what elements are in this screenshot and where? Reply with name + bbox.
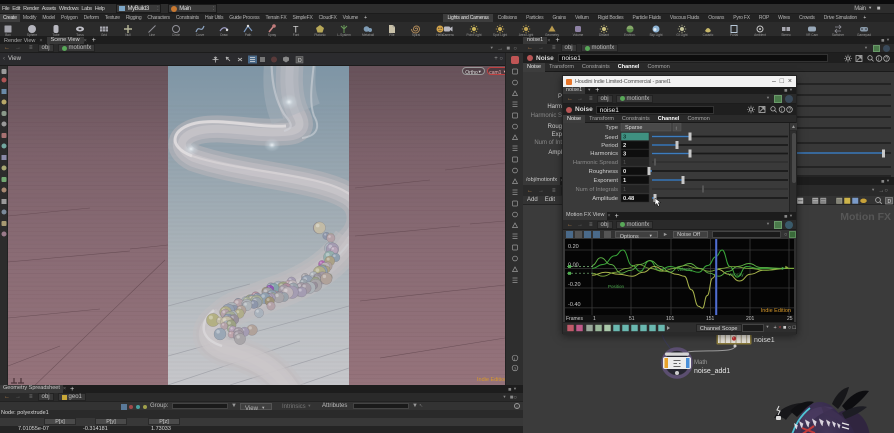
svg-text:1: 1: [623, 160, 626, 166]
svg-text:0: 0: [623, 169, 626, 175]
svg-text:Roughness: Roughness: [589, 169, 618, 175]
svg-text:Harmonic Spread: Harmonic Spread: [573, 160, 618, 166]
svg-text:Sparse: Sparse: [625, 125, 642, 131]
svg-text:Math: Math: [694, 360, 707, 366]
svg-text:?: ?: [788, 108, 791, 114]
svg-text:Velocity: Velocity: [677, 267, 693, 272]
svg-text:D: D: [298, 58, 302, 64]
svg-text:Harmonic S: Harmonic S: [531, 113, 562, 119]
svg-text:Num of Int: Num of Int: [534, 140, 562, 146]
svg-text:Position: Position: [608, 284, 625, 289]
svg-text:-0.40: -0.40: [568, 302, 581, 308]
svg-text:Exp: Exp: [552, 132, 563, 138]
svg-text:i: i: [781, 108, 782, 114]
svg-text:i: i: [514, 356, 515, 361]
svg-text:Harmonics: Harmonics: [590, 151, 618, 157]
svg-text:Ampl: Ampl: [548, 150, 562, 156]
svg-text:Indie Edition: Indie Edition: [761, 308, 791, 314]
svg-text:↕: ↕: [675, 126, 678, 132]
svg-text:Seed: Seed: [604, 135, 618, 141]
svg-text:noise1: noise1: [754, 337, 775, 344]
svg-text:noise_add1: noise_add1: [694, 368, 730, 375]
svg-text:Exponent: Exponent: [594, 178, 619, 184]
svg-text:?: ?: [885, 56, 888, 62]
svg-text:0.48: 0.48: [623, 196, 635, 202]
svg-text:Velocity: Velocity: [728, 272, 744, 277]
svg-text:Type: Type: [605, 125, 618, 131]
svg-text:2: 2: [623, 143, 626, 149]
svg-text:Period: Period: [601, 143, 618, 149]
svg-text:1: 1: [623, 187, 626, 193]
svg-text:-0.20: -0.20: [568, 282, 581, 288]
svg-text:0.20: 0.20: [568, 244, 579, 250]
svg-text:Num of Integrals: Num of Integrals: [575, 187, 618, 193]
svg-text:Roug: Roug: [548, 124, 562, 130]
svg-text:Harm: Harm: [547, 104, 562, 110]
svg-text:i: i: [878, 56, 879, 62]
svg-text:Amplitude: Amplitude: [592, 196, 618, 202]
